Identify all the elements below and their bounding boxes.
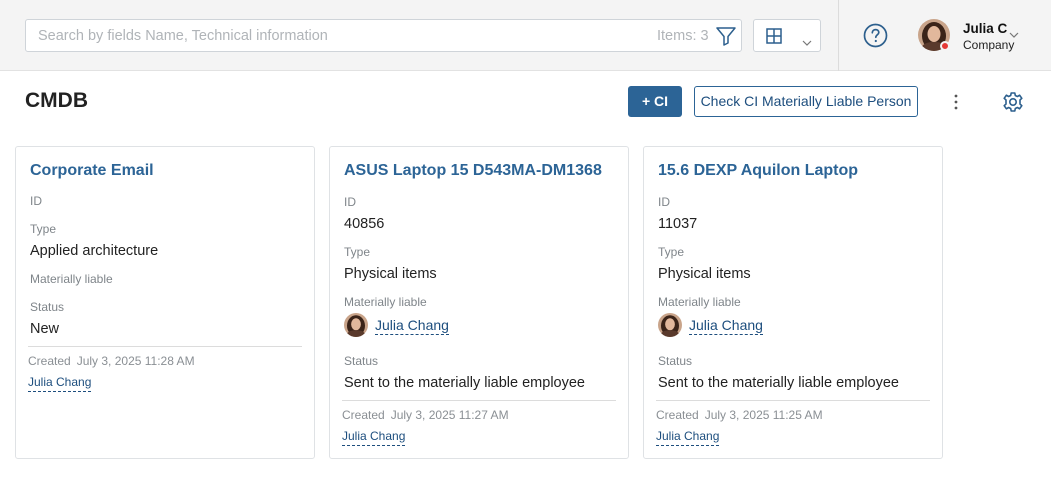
card-title[interactable]: Corporate Email [30,162,154,180]
avatar [344,313,368,337]
card-title[interactable]: 15.6 DEXP Aquilon Laptop [658,162,858,180]
id-label: ID [344,195,356,209]
status-label: Status [344,354,379,368]
search-box[interactable]: Items: 3 [25,19,742,52]
search-input[interactable] [26,20,626,51]
check-liable-person-button[interactable]: Check CI Materially Liable Person [694,86,918,117]
created-by-link[interactable]: Julia Chang [656,429,720,446]
created-info: Created July 3, 2025 11:28 AM [28,354,195,368]
user-company: Company [963,38,1015,52]
id-value: 40856 [344,216,385,232]
type-label: Type [30,222,57,236]
divider [838,0,839,71]
card-title[interactable]: ASUS Laptop 15 D543MA-DM1368 [344,162,602,180]
created-info: Created July 3, 2025 11:25 AM [656,408,823,422]
user-name[interactable]: Julia C [963,21,1007,36]
created-label: Created [28,354,71,368]
id-label: ID [30,194,42,208]
gear-icon[interactable] [1002,91,1024,113]
filter-icon[interactable] [715,26,737,46]
divider [28,346,302,347]
created-info: Created July 3, 2025 11:27 AM [342,408,509,422]
created-timestamp: July 3, 2025 11:25 AM [704,408,823,422]
top-bar: Items: 3 Julia C Company [0,0,1051,71]
divider [342,400,616,401]
created-timestamp: July 3, 2025 11:27 AM [390,408,509,422]
status-value: Sent to the materially liable employee [658,375,899,391]
page-title: CMDB [25,89,88,112]
items-count: Items: 3 [657,28,709,44]
created-label: Created [342,408,385,422]
status-value: New [30,321,60,337]
id-value: 11037 [658,216,698,232]
type-value: Physical items [344,266,437,282]
status-label: Status [658,354,693,368]
avatar [658,313,682,337]
status-dot [940,41,950,51]
created-timestamp: July 3, 2025 11:28 AM [76,354,195,368]
created-by-link[interactable]: Julia Chang [342,429,406,446]
materially-liable-label: Materially liable [30,272,113,286]
status-value: Sent to the materially liable employee [344,375,585,391]
id-label: ID [658,195,670,209]
type-value: Physical items [658,266,751,282]
type-label: Type [344,245,371,259]
grid-view-icon [766,28,782,49]
ci-card[interactable]: 15.6 DEXP Aquilon Laptop ID 11037 Type P… [643,146,943,459]
type-label: Type [658,245,685,259]
created-by-link[interactable]: Julia Chang [28,375,92,392]
ci-card[interactable]: ASUS Laptop 15 D543MA-DM1368 ID 40856 Ty… [329,146,629,459]
view-switcher-button[interactable] [753,19,821,52]
status-label: Status [30,300,65,314]
kebab-menu-icon[interactable] [948,92,964,112]
person-name-link[interactable]: Julia Chang [689,317,763,335]
created-label: Created [656,408,699,422]
type-value: Applied architecture [30,243,159,259]
materially-liable-label: Materially liable [344,295,427,309]
help-icon[interactable] [863,23,888,48]
materially-liable-label: Materially liable [658,295,741,309]
chevron-down-icon [802,33,812,51]
ci-card[interactable]: Corporate Email ID Type Applied architec… [15,146,315,459]
person-name-link[interactable]: Julia Chang [375,317,449,335]
divider [656,400,930,401]
add-ci-button[interactable]: + CI [628,86,682,117]
